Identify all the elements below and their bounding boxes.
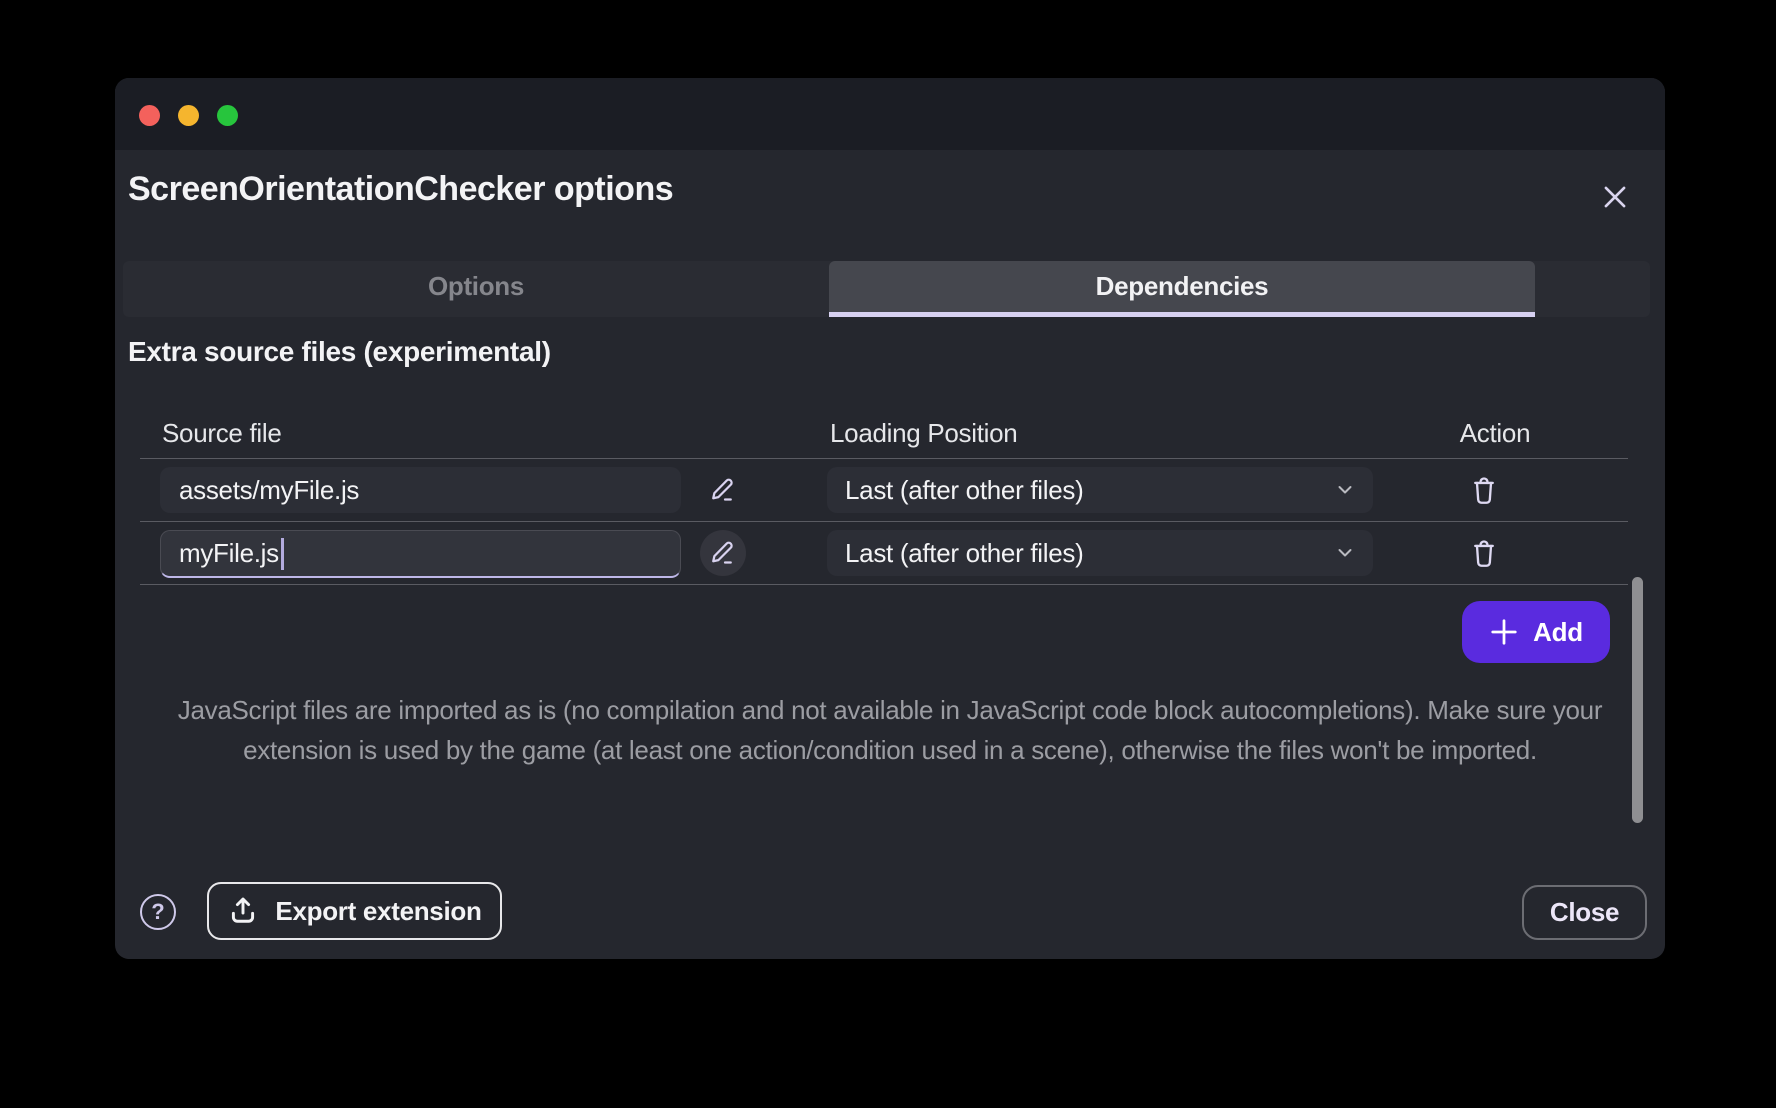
loading-position-value: Last (after other files) (845, 538, 1083, 569)
delete-row-button[interactable] (1462, 468, 1506, 512)
close-button-label: Close (1550, 897, 1619, 927)
question-mark-icon: ? (151, 899, 164, 925)
column-header-source-file: Source file (162, 418, 282, 449)
table-row: assets/myFile.js Last (after other files… (140, 459, 1628, 522)
section-heading: Extra source files (experimental) (128, 336, 551, 368)
source-files-table: Source file Loading Position Action asse… (140, 410, 1628, 585)
loading-position-select[interactable]: Last (after other files) (827, 530, 1373, 576)
export-extension-label: Export extension (275, 896, 481, 927)
export-extension-button[interactable]: Export extension (207, 882, 502, 940)
source-file-input[interactable]: assets/myFile.js (160, 467, 681, 513)
add-button[interactable]: Add (1462, 601, 1610, 663)
source-file-value: myFile.js (179, 538, 279, 569)
table-row: myFile.js Last (after other files) (140, 522, 1628, 585)
tab-dependencies-label: Dependencies (1096, 271, 1269, 302)
traffic-light-zoom[interactable] (217, 105, 238, 126)
trash-icon (1470, 538, 1498, 569)
pencil-icon (708, 538, 738, 568)
traffic-light-close[interactable] (139, 105, 160, 126)
tab-options[interactable]: Options (123, 261, 829, 317)
screen: ScreenOrientationChecker options Options… (0, 0, 1776, 1108)
tab-options-label: Options (428, 271, 524, 302)
tab-bar: Options Dependencies (123, 261, 1650, 317)
traffic-light-minimize[interactable] (178, 105, 199, 126)
tab-dependencies[interactable]: Dependencies (829, 261, 1535, 317)
dialog-title: ScreenOrientationChecker options (128, 170, 673, 209)
table-header-row: Source file Loading Position Action (140, 410, 1628, 459)
loading-position-value: Last (after other files) (845, 475, 1083, 506)
column-header-action: Action (1430, 418, 1560, 449)
close-button[interactable]: Close (1522, 885, 1647, 940)
edit-button[interactable] (700, 530, 746, 576)
upload-icon (227, 895, 259, 927)
note-text: JavaScript files are imported as is (no … (128, 690, 1652, 770)
loading-position-select[interactable]: Last (after other files) (827, 467, 1373, 513)
chevron-down-icon (1337, 548, 1353, 558)
trash-icon (1470, 475, 1498, 506)
plus-icon (1489, 617, 1519, 647)
edit-button[interactable] (701, 468, 745, 512)
source-file-value: assets/myFile.js (179, 475, 359, 506)
delete-row-button[interactable] (1462, 531, 1506, 575)
close-icon[interactable] (1593, 175, 1637, 219)
dialog-window: ScreenOrientationChecker options Options… (115, 78, 1665, 959)
column-header-loading-position: Loading Position (830, 418, 1017, 449)
pencil-icon (708, 475, 738, 505)
add-button-label: Add (1533, 617, 1583, 648)
help-button[interactable]: ? (140, 894, 176, 930)
chevron-down-icon (1337, 485, 1353, 495)
source-file-input-focused[interactable]: myFile.js (160, 530, 681, 578)
titlebar (115, 78, 1665, 150)
text-caret (281, 538, 284, 570)
